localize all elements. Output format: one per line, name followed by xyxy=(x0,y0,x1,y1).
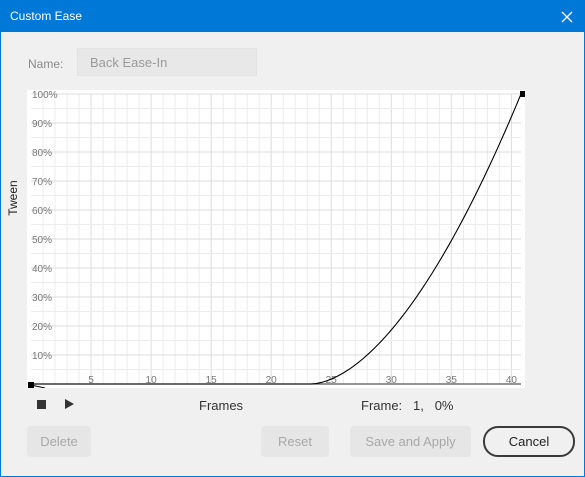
y-tick-label: 70% xyxy=(32,177,52,188)
window-title: Custom Ease xyxy=(10,9,83,23)
stop-icon[interactable] xyxy=(37,400,46,409)
y-tick-label: 80% xyxy=(32,148,52,159)
frame-label: Frame: xyxy=(361,398,403,413)
frame-number: 1, xyxy=(413,398,424,413)
frame-value: 0% xyxy=(434,398,454,413)
reset-button[interactable]: Reset xyxy=(261,426,329,457)
graph-grid xyxy=(31,93,521,384)
start-point[interactable] xyxy=(28,382,34,388)
play-icon[interactable] xyxy=(65,399,74,409)
title-bar: Custom Ease xyxy=(1,1,584,32)
y-tick-label: 20% xyxy=(32,322,52,333)
save-and-apply-button[interactable]: Save and Apply xyxy=(350,426,471,457)
y-tick-label: 60% xyxy=(32,206,52,217)
name-label: Name: xyxy=(28,57,64,71)
frames-axis-label: Frames xyxy=(199,398,244,413)
y-tick-label: 100% xyxy=(32,90,58,101)
delete-button[interactable]: Delete xyxy=(27,426,91,457)
tween-axis-label: Tween xyxy=(6,180,20,216)
y-tick-label: 30% xyxy=(32,293,52,304)
y-tick-label: 40% xyxy=(32,264,52,275)
close-button[interactable] xyxy=(550,1,584,32)
end-point[interactable] xyxy=(520,91,525,97)
ease-graph[interactable]: 10%20%30%40%50%60%70%80%90%100% 5 10 15 20 2… xyxy=(27,90,525,388)
frame-readout: Frame: 1, 0% xyxy=(361,398,454,413)
y-tick-label: 90% xyxy=(32,119,52,130)
custom-ease-dialog: Custom Ease Name: Tween 10% 20% 30% 40% 50% 6… xyxy=(0,0,585,477)
y-tick-label: 50% xyxy=(32,235,52,246)
close-icon xyxy=(561,11,573,22)
cancel-button[interactable]: Cancel xyxy=(483,426,575,457)
y-tick-label: 10% xyxy=(32,351,52,362)
name-input[interactable] xyxy=(77,48,257,76)
